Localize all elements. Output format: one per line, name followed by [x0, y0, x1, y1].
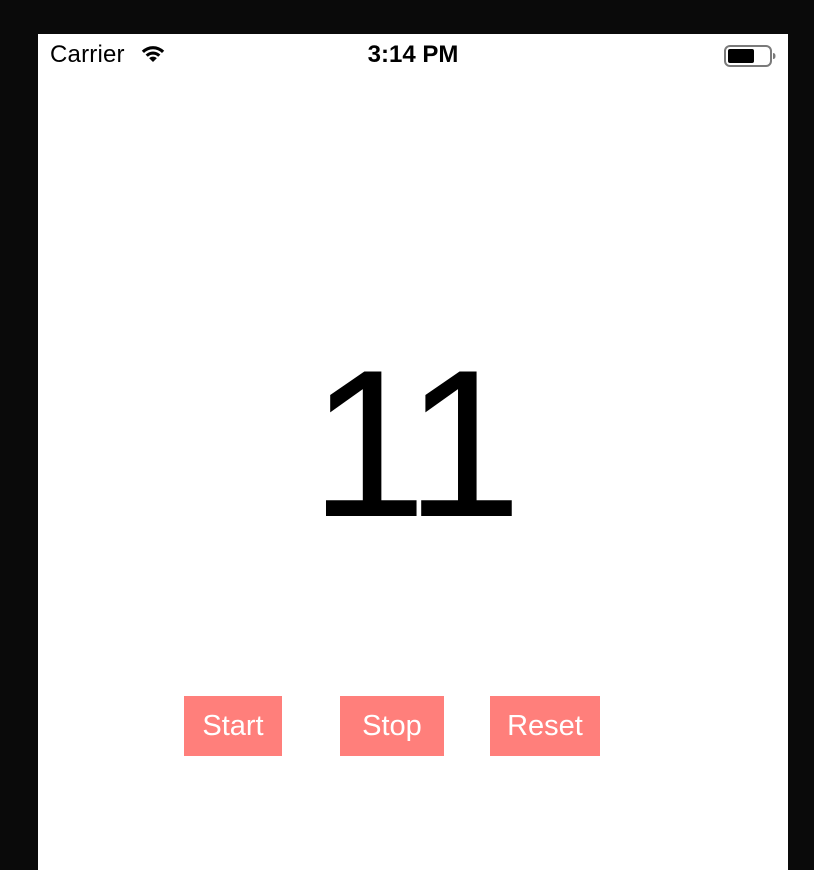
reset-button[interactable]: Reset: [490, 696, 600, 756]
timer-display: 11: [310, 326, 522, 561]
status-time: 3:14 PM: [367, 41, 459, 68]
status-bar: Carrier 3:14 PM: [38, 34, 788, 76]
app-screen: Carrier 3:14 PM 11 Start Stop Reset: [38, 34, 788, 870]
start-button[interactable]: Start: [184, 696, 282, 756]
stop-button[interactable]: Stop: [340, 696, 444, 756]
battery-icon: [724, 44, 776, 68]
